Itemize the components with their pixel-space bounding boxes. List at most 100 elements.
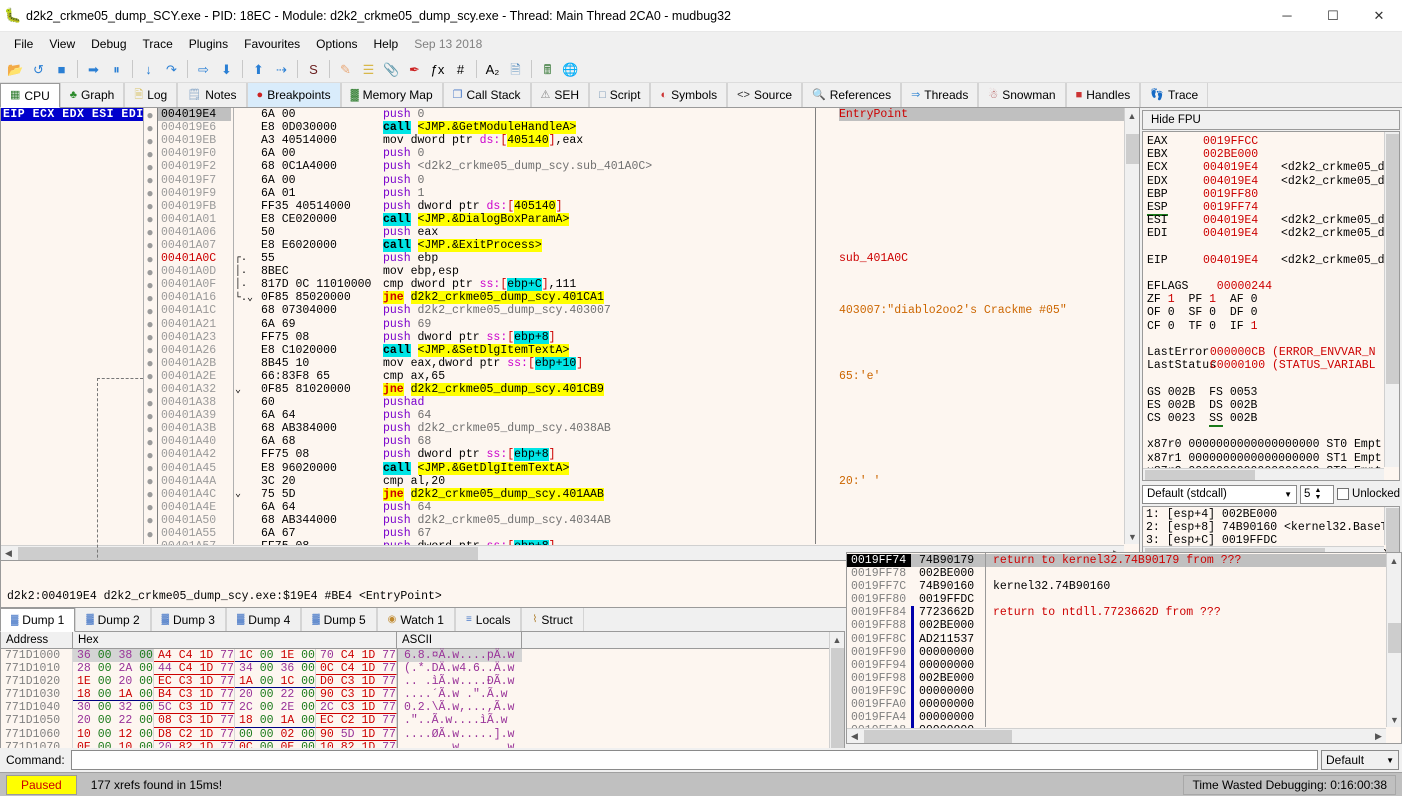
register-row[interactable]: ESP 0019FF74 [1147,200,1399,216]
hide-fpu-button[interactable]: Hide FPU [1142,110,1400,130]
dump-row[interactable]: 771D1020 1E 00 20 00 EC C3 1D 77 1A 00 1C 0… [1,675,844,689]
breakpoint-dot-icon[interactable]: ● [143,108,157,122]
stack-row[interactable]: 0019FF8C AD211537 [847,632,1401,646]
dump-byte-group[interactable]: 5C C3 1D 77 [154,701,235,715]
argument-row[interactable]: 2: [esp+8] 74B90160 <kernel32.BaseT [1146,521,1399,534]
disassembly-vscrollbar[interactable]: ▲ ▼ [1124,108,1139,544]
dump-row[interactable]: 771D1040 30 00 32 00 5C C3 1D 77 2C 00 2E 0… [1,701,844,715]
spinner-arrows-icon[interactable]: ▲ ▼ [1314,487,1321,501]
disassembly-row[interactable]: ● 00401A32 ⌄ 0F85 81020000 jne d2k2_crkme05_… [1,383,1139,397]
breakpoint-dot-icon[interactable]: ● [143,225,157,239]
disassembly-row[interactable]: ● 00401A42 FF75 08 push dword ptr ss:[ebp+8… [1,448,1139,462]
dump-byte-group[interactable]: 34 00 36 00 [235,662,316,676]
breakpoint-dot-icon[interactable]: ● [143,238,157,252]
disassembly-row[interactable]: ● 00401A21 6A 69 push 69 [1,317,1139,331]
disassembly-row[interactable]: ● 004019F2 68 0C1A4000 push <d2k2_crkme05_d… [1,160,1139,174]
dump-byte-group[interactable]: 44 C4 1D 77 [154,662,235,676]
breakpoint-dot-icon[interactable]: ● [143,252,157,266]
hscroll-thumb[interactable] [18,546,478,560]
disassembly-row[interactable]: ● 004019F7 6A 00 push 0 [1,173,1139,187]
menu-item-trace[interactable]: Trace [135,34,181,54]
args-vscrollbar[interactable] [1384,507,1399,554]
stack-vscrollbar[interactable]: ▲ ▼ [1386,553,1401,727]
font-icon[interactable]: A₂ [481,58,504,80]
breakpoint-dot-icon[interactable]: ● [143,212,157,226]
stack-scroll-thumb[interactable] [1388,623,1401,653]
registers-vscrollbar[interactable] [1384,132,1399,467]
menu-item-debug[interactable]: Debug [83,34,134,54]
tab-symbols[interactable]: ◐ Symbols [650,83,728,107]
unlocked-checkbox[interactable]: Unlocked [1337,488,1400,500]
stack-row[interactable]: 0019FF98 002BE000 [847,671,1401,685]
tab-cpu[interactable]: ▦ CPU [0,83,60,108]
dump-byte-group[interactable]: 30 00 32 00 [73,701,154,715]
disassembly-row[interactable]: ● 00401A06 50 push eax [1,225,1139,239]
tab-handles[interactable]: ■ Handles [1065,83,1141,107]
tab-call-stack[interactable]: ❐ Call Stack [442,83,531,107]
stack-view[interactable]: 0019FF74 74B90179 return to kernel32.74B90… [846,552,1402,744]
stack-scroll-up-icon[interactable]: ▲ [1387,553,1401,568]
register-row[interactable] [1147,333,1399,346]
breakpoint-dot-icon[interactable]: ● [143,343,157,357]
breakpoint-dot-icon[interactable]: ● [143,147,157,161]
disassembly-row[interactable]: ● 00401A26 E8 C1020000 call <JMP.&SetDlgIte… [1,343,1139,357]
disassembly-view[interactable]: EIP ECX EDX ESI EDI ● 004019E4 6A 00 push 0E… [0,108,1140,561]
register-row[interactable]: EBP 0019FF80 [1147,188,1399,201]
breakpoint-dot-icon[interactable]: ● [143,356,157,370]
dump-tab-dump-3[interactable]: ▓ Dump 3 [150,608,226,631]
breakpoint-dot-icon[interactable]: ● [143,500,157,514]
command-mode-select[interactable]: Default ▼ [1321,750,1399,770]
fx-icon[interactable]: ƒx [426,58,449,80]
disassembly-row[interactable]: ● 004019F0 6A 00 push 0 [1,147,1139,161]
checkbox-box-icon[interactable] [1337,488,1350,500]
menu-item-help[interactable]: Help [366,34,407,54]
dump-tab-dump-1[interactable]: ▓ Dump 1 [0,608,76,632]
dump-byte-group[interactable]: EC C3 1D 77 [154,675,235,689]
tab-trace[interactable]: 👣 Trace [1140,83,1209,107]
skip-icon[interactable]: S [302,58,325,80]
register-row[interactable]: EFLAGS 00000244 [1147,280,1399,293]
args-scroll-thumb[interactable] [1386,508,1399,554]
calc-export-icon[interactable]: 🗎 [504,58,527,80]
tab-threads[interactable]: ⇒ Threads [901,83,979,107]
breakpoint-dot-icon[interactable]: ● [143,409,157,423]
disassembly-row[interactable]: ● 004019FB FF35 40514000 push dword ptr ds:… [1,199,1139,213]
dump-byte-group[interactable]: 20 00 22 00 [235,688,316,702]
step-into-arrow-icon[interactable]: ⇨ [192,58,215,80]
register-row[interactable]: EDI 004019E4 <d2k2_crkme05_du [1147,227,1399,240]
memory-map-icon[interactable]: ☰ [357,58,380,80]
disassembly-row[interactable]: ● 00401A0C ┌. 55 push ebp sub_401A0C [1,252,1139,266]
dump-tab-watch-1[interactable]: ◉ Watch 1 [376,608,455,631]
breakpoint-dot-icon[interactable]: ● [143,383,157,397]
register-row[interactable]: EDX 004019E4 <d2k2_crkme05_du [1147,175,1399,188]
scroll-thumb[interactable] [1126,134,1139,164]
dump-byte-group[interactable]: 90 5D 1D 77 [316,727,397,741]
patch-icon[interactable]: ✎ [334,58,357,80]
x87-register-row[interactable]: x87r1 0000000000000000000 ST1 Empt [1147,452,1382,465]
register-row[interactable]: ES 002B DS 002B [1147,399,1399,412]
step-down-icon[interactable]: ⬇ [215,58,238,80]
command-input[interactable] [70,750,1318,770]
stack-row[interactable]: 0019FF90 00000000 [847,645,1401,659]
dump-byte-group[interactable]: 36 00 38 00 [73,649,154,663]
stack-hscrollbar[interactable]: ◀ ▶ [847,728,1386,743]
dump-byte-group[interactable]: 0C C4 1D 77 [316,662,397,676]
breakpoint-dot-icon[interactable]: ● [143,369,157,383]
stack-row[interactable]: 0019FF78 002BE000 [847,567,1401,580]
globe-icon[interactable]: 🌐 [559,58,582,80]
tab-breakpoints[interactable]: ● Breakpoints [246,83,341,107]
dump-byte-group[interactable]: D8 C2 1D 77 [154,727,235,741]
dump-byte-group[interactable]: 1E 00 20 00 [73,675,154,689]
register-row[interactable]: ECX 004019E4 <d2k2_crkme05_du [1147,161,1399,174]
maximize-button[interactable]: ☐ [1310,0,1356,32]
register-row[interactable]: x87r0 0000000000000000000 ST0 Empt [1147,438,1399,451]
register-row[interactable]: LastError 000000CB (ERROR_ENVVAR_N [1147,346,1399,359]
dump-byte-group[interactable]: 18 00 1A 00 [235,714,316,728]
register-row[interactable]: EIP 004019E4 <d2k2_crkme05_du [1147,254,1399,267]
disassembly-row[interactable]: ● 00401A16 └.⌄ 0F85 85020000 jne d2k2_crkme0… [1,291,1139,305]
hash-icon[interactable]: # [449,58,472,80]
disassembly-row[interactable]: EIP ECX EDX ESI EDI ● 004019E4 6A 00 push 0 E… [1,108,1139,122]
breakpoints-icon[interactable]: ✒ [403,58,426,80]
disassembly-row[interactable]: ● 00401A55 6A 67 push 67 [1,527,1139,541]
flag-group[interactable]: ZF 1 PF 1 AF 0 [1147,293,1258,306]
